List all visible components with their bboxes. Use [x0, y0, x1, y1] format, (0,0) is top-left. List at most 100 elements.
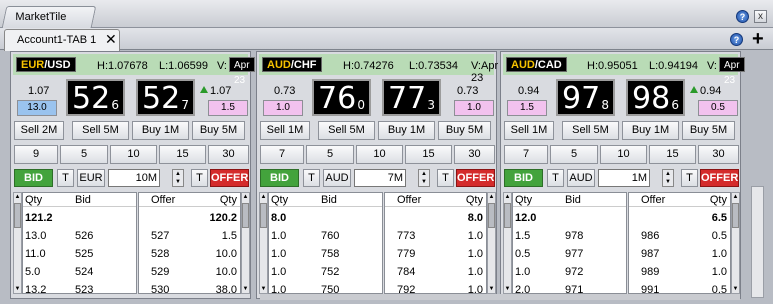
offer-qty-cell[interactable]: 38.0 [216, 284, 237, 296]
offer-price-cell[interactable]: 779 [397, 248, 415, 260]
bid-qty-cell[interactable]: 13.0 [25, 230, 46, 242]
trade-button[interactable]: Sell 5M [318, 121, 375, 140]
quantity-stepper[interactable]: ▲ ▼ [418, 169, 430, 187]
bid-price-cell[interactable]: 523 [75, 284, 93, 296]
scroll-down-icon[interactable]: ▼ [242, 285, 249, 293]
offer-price-display[interactable]: 52 7 [136, 79, 195, 116]
offer-qty-cell[interactable]: 1.0 [712, 248, 727, 260]
window-help-icon[interactable]: ? [736, 10, 749, 23]
spread-button[interactable]: 15 [405, 145, 452, 164]
bid-t-button[interactable]: T [547, 169, 564, 187]
offer-grid-scrollbar[interactable]: ▲ ▼ [731, 192, 740, 294]
trade-button[interactable]: Sell 1M [260, 121, 310, 140]
scroll-up-icon[interactable]: ▲ [504, 193, 511, 201]
bid-price-cell[interactable]: 977 [565, 248, 583, 260]
window-close-button[interactable]: x [754, 10, 767, 23]
tab-close-icon[interactable]: ✕ [105, 31, 117, 48]
offer-price-cell[interactable]: 530 [151, 284, 169, 296]
bid-price-display[interactable]: 97 8 [556, 79, 615, 116]
bid-qty-cell[interactable]: 11.0 [25, 248, 46, 260]
trade-button[interactable]: Buy 5M [438, 121, 491, 140]
offer-grid-scrollbar[interactable]: ▲ ▼ [487, 192, 496, 294]
bid-grid-scrollbar[interactable]: ▲ ▼ [259, 192, 268, 294]
bid-price-cell[interactable]: 972 [565, 266, 583, 278]
quantity-stepper[interactable]: ▲ ▼ [172, 169, 184, 187]
scroll-up-icon[interactable]: ▲ [732, 193, 739, 201]
horizontal-scrollbar[interactable] [260, 294, 740, 300]
bid-qty-cell[interactable]: 12.0 [515, 212, 536, 224]
scroll-down-icon[interactable]: ▼ [732, 285, 739, 293]
offer-price-display[interactable]: 98 6 [626, 79, 685, 116]
bid-price-display[interactable]: 52 6 [66, 79, 125, 116]
scroll-up-icon[interactable]: ▲ [488, 193, 495, 201]
value-date[interactable]: Apr 23 [719, 57, 745, 86]
spread-button[interactable]: 15 [159, 145, 206, 164]
spread-button[interactable]: 5 [60, 145, 108, 164]
bid-t-button[interactable]: T [303, 169, 320, 187]
offer-grid-scrollbar[interactable]: ▲ ▼ [241, 192, 250, 294]
currency-toggle-button[interactable]: EUR [77, 169, 105, 187]
offer-qty-cell[interactable]: 0.5 [712, 230, 727, 242]
offer-qty-cell[interactable]: 6.5 [712, 212, 727, 224]
bid-price-cell[interactable]: 525 [75, 248, 93, 260]
trade-button[interactable]: Buy 1M [132, 121, 189, 140]
offer-qty-cell[interactable]: 10.0 [216, 248, 237, 260]
spread-button[interactable]: 7 [260, 145, 304, 164]
offer-qty-cell[interactable]: 120.2 [209, 212, 237, 224]
spread-button[interactable]: 10 [110, 145, 157, 164]
quantity-input[interactable]: 1M [598, 169, 650, 187]
spread-button[interactable]: 9 [14, 145, 58, 164]
bid-grid-scrollbar[interactable]: ▲ ▼ [503, 192, 512, 294]
scroll-up-icon[interactable]: ▲ [260, 193, 267, 201]
bid-qty-cell[interactable]: 1.0 [271, 230, 286, 242]
bid-qty-cell[interactable]: 0.5 [515, 248, 530, 260]
scroll-thumb[interactable] [14, 203, 21, 228]
bid-qty-cell[interactable]: 1.0 [271, 266, 286, 278]
spread-button[interactable]: 10 [356, 145, 403, 164]
bid-button[interactable]: BID [504, 169, 543, 187]
quantity-input[interactable]: 10M [108, 169, 160, 187]
bid-price-cell[interactable]: 752 [321, 266, 339, 278]
offer-price-cell[interactable]: 784 [397, 266, 415, 278]
spread-button[interactable]: 10 [600, 145, 647, 164]
bid-price-cell[interactable]: 526 [75, 230, 93, 242]
bid-price-cell[interactable]: 758 [321, 248, 339, 260]
spread-button[interactable]: 30 [208, 145, 249, 164]
bid-qty-cell[interactable]: 5.0 [25, 266, 40, 278]
add-tab-icon[interactable]: + [752, 29, 764, 49]
scroll-down-icon[interactable]: ▼ [260, 285, 267, 293]
value-date[interactable]: Apr 23 [229, 57, 255, 86]
trade-button[interactable]: Sell 1M [504, 121, 554, 140]
offer-qty-cell[interactable]: 8.0 [468, 212, 483, 224]
offer-t-button[interactable]: T [191, 169, 208, 187]
offer-price-cell[interactable]: 986 [641, 230, 659, 242]
spread-button[interactable]: 30 [698, 145, 739, 164]
offer-price-cell[interactable]: 989 [641, 266, 659, 278]
scroll-thumb[interactable] [504, 203, 511, 228]
offer-price-cell[interactable]: 773 [397, 230, 415, 242]
bid-button[interactable]: BID [260, 169, 299, 187]
offer-qty-cell[interactable]: 1.0 [468, 248, 483, 260]
trade-button[interactable]: Buy 1M [622, 121, 679, 140]
scroll-thumb[interactable] [242, 203, 249, 228]
bid-qty-cell[interactable]: 1.0 [515, 266, 530, 278]
bid-price-cell[interactable]: 760 [321, 230, 339, 242]
currency-toggle-button[interactable]: AUD [567, 169, 595, 187]
bid-qty-cell[interactable]: 8.0 [271, 212, 286, 224]
offer-price-display[interactable]: 77 3 [382, 79, 441, 116]
bid-qty-cell[interactable]: 121.2 [25, 212, 53, 224]
trade-button[interactable]: Sell 5M [562, 121, 619, 140]
quantity-input[interactable]: 7M [354, 169, 406, 187]
tab-account1[interactable]: Account1-TAB 1 ✕ [4, 29, 120, 51]
trade-button[interactable]: Buy 5M [682, 121, 735, 140]
scroll-down-icon[interactable]: ▼ [504, 285, 511, 293]
trade-button[interactable]: Sell 5M [72, 121, 129, 140]
bid-price-display[interactable]: 76 0 [312, 79, 371, 116]
spread-button[interactable]: 5 [306, 145, 354, 164]
bid-qty-cell[interactable]: 13.2 [25, 284, 46, 296]
bid-t-button[interactable]: T [57, 169, 74, 187]
trade-button[interactable]: Buy 5M [192, 121, 245, 140]
offer-button[interactable]: OFFER [700, 169, 739, 187]
trade-button[interactable]: Sell 2M [14, 121, 64, 140]
scroll-thumb[interactable] [260, 203, 267, 228]
